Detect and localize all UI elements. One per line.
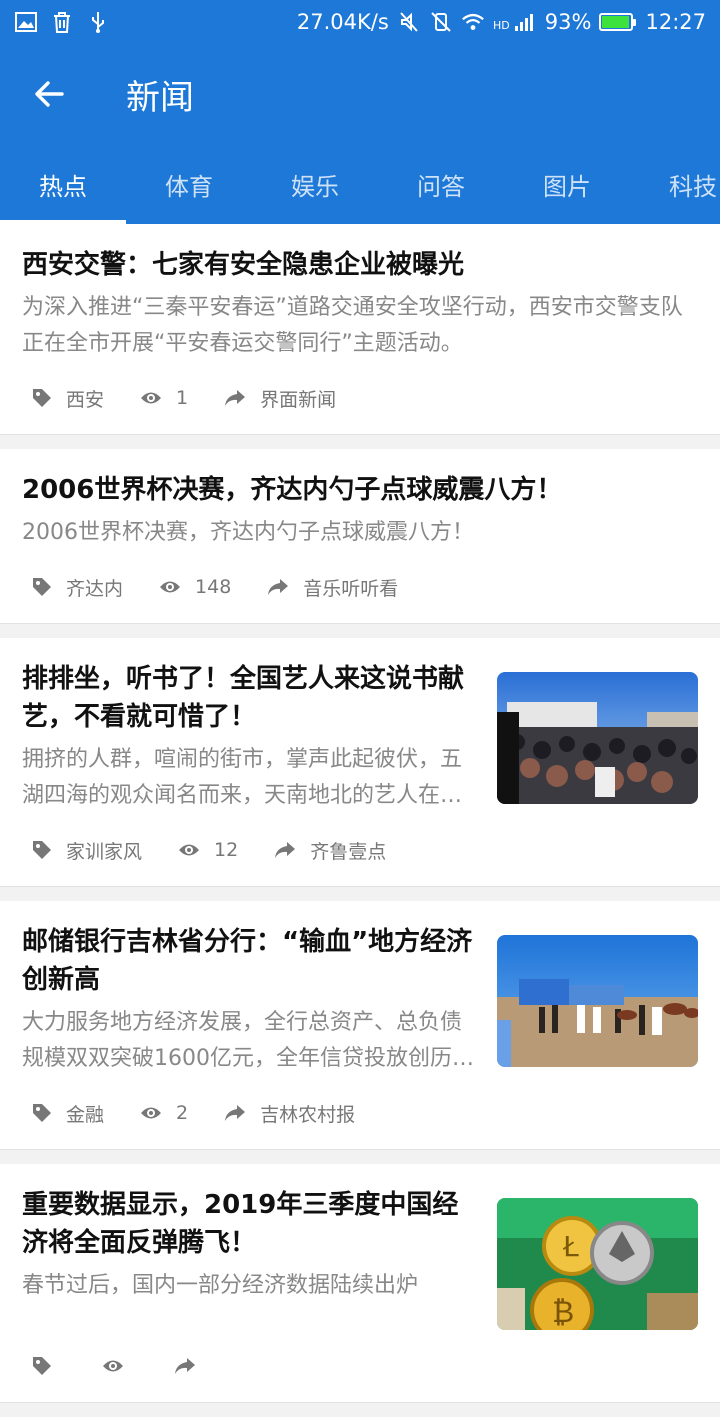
news-meta [22,1330,698,1402]
news-source: 界面新闻 [260,388,337,411]
eye-icon [179,844,200,856]
tab-4[interactable]: 图片 [504,144,630,224]
tab-3[interactable]: 问答 [378,144,504,224]
share-arrow-icon [225,390,246,406]
news-meta: 家训家风 12 齐鲁壹点 [22,814,698,886]
views-group: 148 [159,576,231,598]
news-summary: 为深入推进“三秦平安春运”道路交通安全攻坚行动，西安市交警支队正在全市开展“平安… [22,295,683,356]
news-summary: 拥挤的人群，喧闹的街市，掌声此起彼伏，五湖四海的观众闻名而来，天南地北的艺人在此… [22,747,463,808]
tag-group[interactable]: 西安 [32,385,104,412]
eye-icon [141,1107,162,1119]
news-title: 西安交警：七家有安全隐患企业被曝光 [22,250,465,280]
views-group: 2 [140,1102,188,1124]
back-arrow-icon [35,81,64,107]
news-tag: 家训家风 [66,840,143,863]
news-thumbnail[interactable] [497,672,698,804]
news-thumbnail[interactable]: Ł ₿ [497,1198,698,1330]
views-group: 12 [178,839,238,861]
news-card[interactable]: 重要数据显示，2019年三季度中国经济将全面反弹腾飞！ 春节过后，国内一部分经济数… [0,1164,720,1403]
status-bar: 27.04K/s HD 93% 12:27 [0,0,720,44]
image-icon [14,10,38,34]
news-summary: 2006世界杯决赛，齐达内勺子点球威震八方！ [22,520,474,545]
news-title: 排排坐，听书了！全国艺人来这说书献艺，不看就可惜了！ [22,664,465,732]
view-count: 148 [195,576,232,598]
tag-group[interactable]: 金融 [32,1100,104,1127]
network-speed: 27.04K/s [296,10,389,34]
news-title: 重要数据显示，2019年三季度中国经济将全面反弹腾飞！ [22,1190,459,1258]
news-title: 邮储银行吉林省分行：“输血”地方经济创新高 [22,927,473,995]
news-thumbnail[interactable] [497,935,698,1067]
svg-text:HD: HD [493,19,510,32]
clock: 12:27 [645,10,706,34]
view-count: 2 [176,1102,189,1124]
app-bar: 新闻 [0,44,720,144]
news-meta: 金融 2 吉林农村报 [22,1077,698,1149]
mute-icon [397,10,421,34]
signal-icon: HD [493,10,537,34]
category-tabs: 热点 体育 娱乐 问答 图片 科技 [0,144,720,224]
views-group: 1 [140,387,188,409]
source-group[interactable]: 齐鲁壹点 [274,837,386,864]
source-group[interactable]: 界面新闻 [224,385,336,412]
back-button[interactable] [0,44,98,144]
tag-group[interactable] [32,1356,66,1376]
eye-icon [160,581,181,593]
eye-icon [103,1360,123,1372]
news-card[interactable]: 2006世界杯决赛，齐达内勺子点球威震八方！ 2006世界杯决赛，齐达内勺子点球威… [0,449,720,624]
tab-1[interactable]: 体育 [126,144,252,224]
battery-percent: 93% [544,10,592,34]
news-source: 吉林农村报 [260,1103,356,1126]
share-arrow-icon [268,579,289,595]
news-tag: 金融 [66,1103,105,1126]
news-tag: 西安 [66,388,105,411]
source-group[interactable]: 吉林农村报 [224,1100,355,1127]
share-arrow-icon [175,1358,195,1374]
view-count: 12 [214,839,239,861]
tab-5[interactable]: 科技 [630,144,720,224]
source-group[interactable] [174,1357,210,1375]
svg-text:Ł: Ł [562,1230,579,1263]
wifi-icon [461,10,485,34]
news-title: 2006世界杯决赛，齐达内勺子点球威震八方！ [22,475,563,505]
news-source: 音乐听听看 [303,577,399,600]
page-title: 新闻 [126,77,194,118]
news-meta: 西安 1 界面新闻 [22,362,698,434]
share-arrow-icon [275,842,296,858]
tab-2[interactable]: 娱乐 [252,144,378,224]
eye-icon [141,392,162,404]
svg-text:₿: ₿ [552,1295,574,1330]
news-card[interactable]: 排排坐，听书了！全国艺人来这说书献艺，不看就可惜了！ 拥挤的人群，喧闹的街市，掌声… [0,638,720,887]
vibrate-off-icon [429,10,453,34]
battery-icon [599,13,637,31]
news-summary: 大力服务地方经济发展，全行总资产、总负债规模双双突破1600亿元，全年信贷投放创… [22,1010,474,1071]
usb-icon [86,10,110,34]
tag-icon [33,389,51,407]
news-card[interactable]: 西安交警：七家有安全隐患企业被曝光为深入推进“三秦平安春运”道路交通安全攻坚行动… [0,224,720,435]
tag-group[interactable]: 齐达内 [32,574,123,601]
news-meta: 齐达内 148 音乐听听看 [22,551,698,623]
trash-icon [50,10,74,34]
news-list: 西安交警：七家有安全隐患企业被曝光为深入推进“三秦平安春运”道路交通安全攻坚行动… [0,224,720,1417]
news-card[interactable]: 邮储银行吉林省分行：“输血”地方经济创新高大力服务地方经济发展，全行总资产、总负… [0,901,720,1150]
views-group [102,1358,138,1374]
tag-icon [33,841,51,859]
share-arrow-icon [225,1105,246,1121]
news-summary: 春节过后，国内一部分经济数据陆续出炉 [22,1273,419,1298]
tag-icon [33,1357,51,1375]
tag-icon [33,578,51,596]
tab-0[interactable]: 热点 [0,144,126,224]
tag-group[interactable]: 家训家风 [32,837,142,864]
tag-icon [33,1104,51,1122]
source-group[interactable]: 音乐听听看 [267,574,398,601]
view-count: 1 [176,387,189,409]
news-source: 齐鲁壹点 [310,840,387,863]
news-tag: 齐达内 [66,577,124,600]
